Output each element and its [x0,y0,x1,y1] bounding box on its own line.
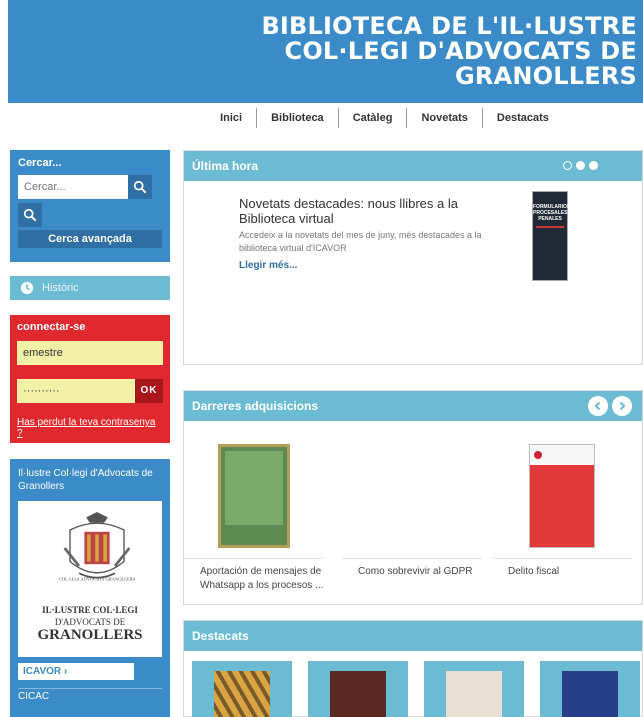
colegi-seal-icon: COL·LEGI ADVOCATS GRANOLLERS [59,512,136,581]
carousel-arrows [588,396,632,416]
divider [342,558,482,559]
nav-item-inici[interactable]: Inici [220,108,256,128]
divider [18,688,162,689]
read-more-link[interactable]: Llegir més... [239,260,297,271]
featured-thumb[interactable] [540,661,640,717]
username-field[interactable]: emestre [17,341,163,365]
colegi-title: Il·lustre Col·legi d'Advocats de Granoll… [18,468,153,492]
book-cover-placeholder [342,431,482,548]
site-title: BIBLIOTECA DE L'IL·LUSTRE COL·LEGI D'ADV… [261,14,637,89]
login-label: connectar-se [17,321,86,333]
nav-item-cataleg[interactable]: Catàleg [337,108,407,128]
history-icon [20,281,34,295]
search-button[interactable] [128,175,152,199]
featured-thumb[interactable] [192,661,292,717]
slider-dot[interactable] [563,161,572,170]
featured-image [562,671,618,717]
logo-line-1: IL·LUSTRE COL·LEGI [42,605,138,615]
chevron-left-icon [594,401,601,411]
site-title-line: BIBLIOTECA DE L'IL·LUSTRE [261,12,637,40]
latest-news-panel: Última hora Novetats destacades: nous ll… [183,150,643,365]
search-icon [133,180,147,194]
divider [492,558,632,559]
search-button-alt[interactable] [18,203,42,227]
site-title-line: GRANOLLERS [455,62,637,90]
forgot-password-link[interactable]: Has perdut la teva contrasenya ? [17,417,163,439]
featured-panel: Destacats [183,620,643,717]
featured-thumb[interactable] [424,661,524,717]
slider-dot[interactable] [589,161,598,170]
book-cover[interactable] [529,444,595,548]
news-title[interactable]: Novetats destacades: nous llibres a la B… [239,196,509,226]
nav-item-destacats[interactable]: Destacats [481,108,563,128]
prev-button[interactable] [588,396,608,416]
icavor-link[interactable]: ICAVOR › [18,663,134,680]
sidebar: Cercar... Cerca avançada Històric connec… [10,150,170,717]
password-row: ·········· OK [17,379,163,403]
colegi-logo: COL·LEGI ADVOCATS GRANOLLERS IL·LUSTRE C… [18,501,162,657]
acquisitions-heading: Darreres adquisicions [192,399,319,413]
book-cover-panel [225,451,283,525]
acquisition-caption[interactable]: Como sobrevivir al GDPR [342,565,482,579]
main-nav: Inici Biblioteca Catàleg Novetats Destac… [0,108,643,132]
search-icon [23,208,37,222]
chevron-right-icon [619,401,626,411]
search-input[interactable] [18,175,128,199]
acquisition-caption[interactable]: Aportación de mensajes de Whatsapp a los… [184,565,324,593]
colegi-box: Il·lustre Col·legi d'Advocats de Granoll… [10,459,170,717]
divider [184,558,324,559]
search-box: Cercar... Cerca avançada [10,150,170,262]
site-title-line: COL·LEGI D'ADVOCATS DE [284,37,637,65]
slider-dot[interactable] [576,161,585,170]
book-cover-title: FORMULARIOS PROCESALES PENALES [533,204,571,222]
featured-image [330,671,386,717]
login-ok-button[interactable]: OK [135,379,163,403]
acquisition-item[interactable]: Aportación de mensajes de Whatsapp a los… [184,431,324,593]
featured-thumbs [192,661,642,717]
acquisition-item[interactable]: Delito fiscal [492,431,632,579]
acquisitions-header: Darreres adquisicions [184,391,642,421]
slider-dots [563,161,598,170]
site-header: BIBLIOTECA DE L'IL·LUSTRE COL·LEGI D'ADV… [8,0,643,103]
password-field[interactable]: ·········· [17,379,135,403]
book-cover-stripe [536,226,564,228]
next-button[interactable] [612,396,632,416]
book-cover[interactable] [218,444,290,548]
publisher-logo-icon [534,451,542,459]
history-label: Històric [42,282,79,294]
acquisitions-panel: Darreres adquisicions Aportación de mens… [183,390,643,605]
acquisition-caption[interactable]: Delito fiscal [492,565,632,579]
featured-thumb[interactable] [308,661,408,717]
acquisition-item[interactable]: Como sobrevivir al GDPR [342,431,482,579]
logo-line-3: GRANOLLERS [37,627,143,643]
cicac-link[interactable]: CICAC [18,691,162,702]
advanced-search-button[interactable]: Cerca avançada [18,230,162,248]
latest-news-heading: Última hora [192,159,259,173]
search-row [18,175,162,199]
history-button[interactable]: Històric [10,276,170,300]
nav-item-novetats[interactable]: Novetats [406,108,481,128]
seal-text: COL·LEGI ADVOCATS GRANOLLERS [59,576,136,581]
featured-image [214,671,270,717]
featured-header: Destacats [184,621,642,651]
search-label: Cercar... [18,157,62,169]
logo-line-2: D'ADVOCATS DE [54,617,126,627]
news-book-cover[interactable]: FORMULARIOS PROCESALES PENALES [532,191,571,281]
nav-item-biblioteca[interactable]: Biblioteca [256,108,338,128]
featured-heading: Destacats [192,629,249,643]
news-description: Accedeix a la novetats del mes de juny, … [239,230,482,253]
featured-image [446,671,502,717]
latest-news-header: Última hora [184,151,642,181]
login-box: connectar-se emestre ·········· OK Has p… [10,315,170,443]
